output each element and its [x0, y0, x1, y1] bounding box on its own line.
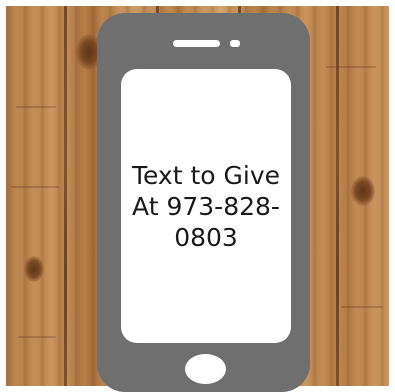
phone-screen: Text to Give At 973-828- 0803 — [121, 69, 291, 343]
wood-grain — [11, 186, 59, 188]
home-button — [185, 354, 226, 384]
text-to-give-message: Text to Give At 973-828- 0803 — [126, 160, 286, 253]
wood-grain — [18, 336, 56, 338]
phone-speaker — [173, 40, 220, 47]
wood-knot — [24, 256, 44, 282]
phone-camera — [230, 40, 240, 47]
image-frame: Text to Give At 973-828- 0803 — [0, 0, 395, 392]
wood-grain — [326, 66, 376, 68]
plank-seam — [336, 6, 339, 386]
wood-grain — [341, 306, 383, 308]
wood-knot — [351, 176, 375, 206]
smartphone-graphic: Text to Give At 973-828- 0803 — [97, 13, 310, 392]
message-line-3: 0803 — [174, 222, 238, 252]
plank-seam — [64, 6, 67, 386]
message-line-2: At 973-828- — [132, 191, 280, 221]
message-line-1: Text to Give — [131, 160, 281, 190]
wood-grain — [16, 106, 56, 108]
